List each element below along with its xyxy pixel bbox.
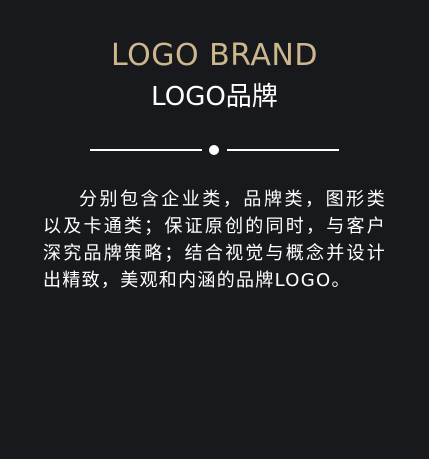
brand-title-english: LOGO BRAND: [111, 38, 318, 73]
brand-description: 分别包含企业类，品牌类，图形类以及卡通类；保证原创的同时，与客户深究品牌策略；结…: [43, 189, 386, 291]
brand-panel: LOGO BRAND LOGO品牌 分别包含企业类，品牌类，图形类以及卡通类；保…: [0, 0, 429, 459]
brand-title-chinese: LOGO品牌: [151, 82, 278, 112]
divider-line-right: [227, 149, 339, 151]
divider-dot-icon: [209, 145, 219, 155]
decorative-divider: [90, 144, 339, 156]
divider-line-left: [90, 149, 202, 151]
